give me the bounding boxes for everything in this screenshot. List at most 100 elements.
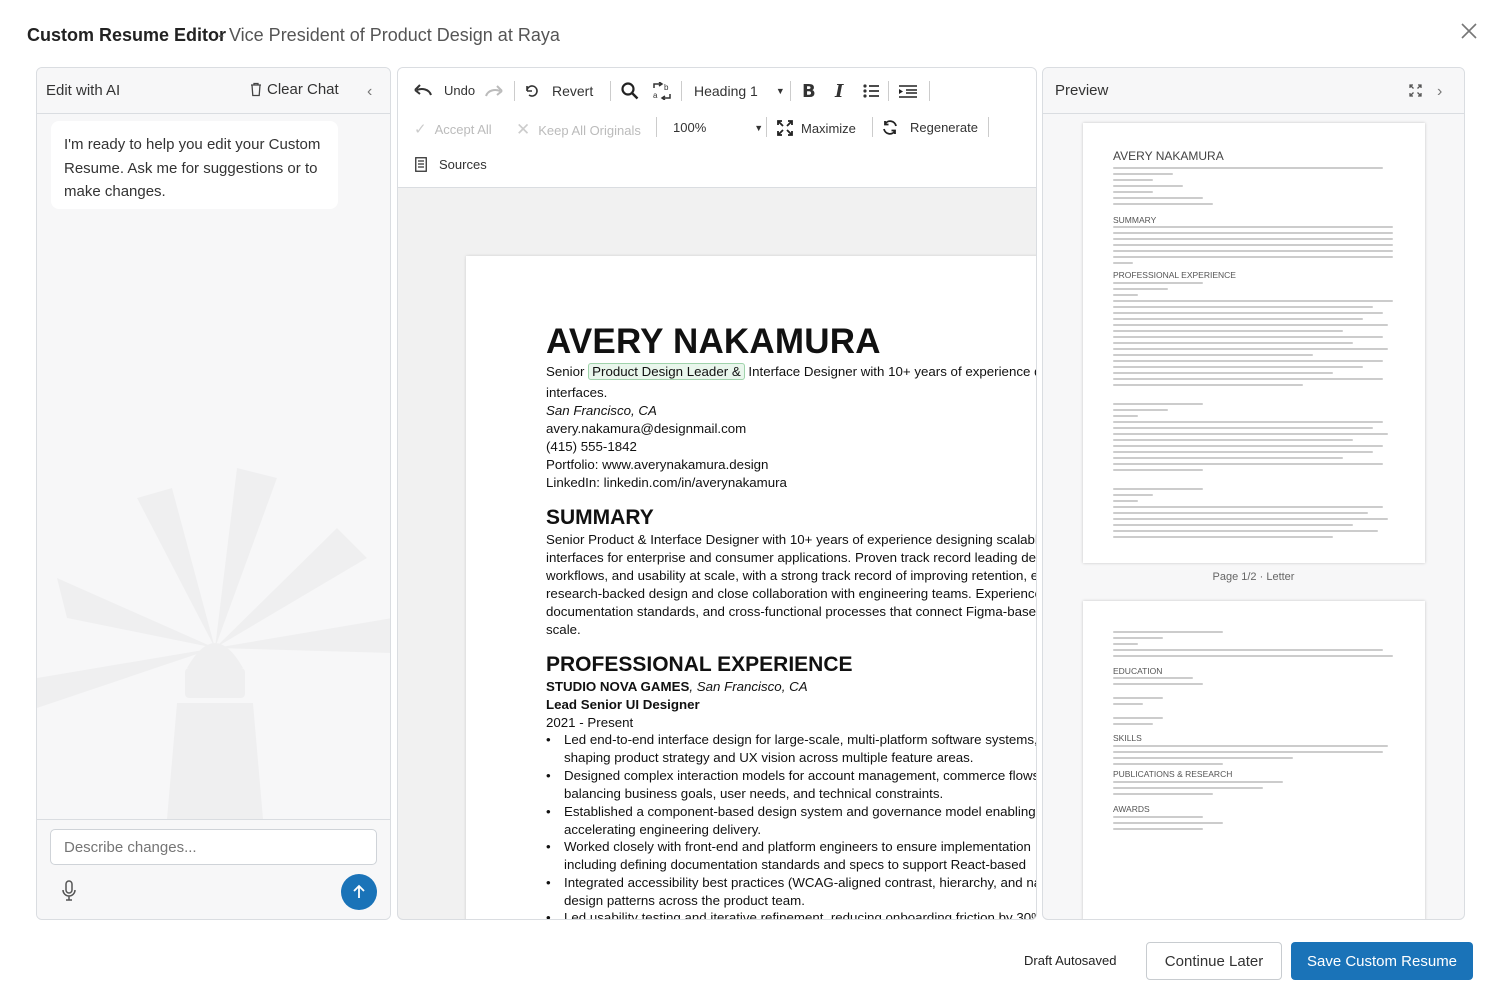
summary-line: interfaces for enterprise and consumer a… [546,550,1037,565]
ai-message-bubble: I'm ready to help you edit your Custom R… [51,121,338,209]
revert-button[interactable]: Revert [524,83,593,99]
bullet-line: Established a component-based design sys… [564,804,1036,819]
tagline-continued: interfaces. [546,385,608,400]
preview-section-heading: SKILLS [1113,733,1142,743]
tracked-change-highlight[interactable]: Product Design Leader & [588,363,745,380]
bullet-line: Led end-to-end interface design for larg… [564,732,1037,747]
summary-line: scale. [546,622,581,637]
preview-panel: Preview › AVERY NAKAMURA SUMMARY PROFESS… [1042,67,1465,920]
tagline-post: Interface Designer with 10+ years of exp… [748,364,1036,379]
job-dates: 2021 - Present [546,715,634,730]
indent-icon[interactable] [899,85,917,98]
preview-section-heading: EDUCATION [1113,666,1163,676]
trash-icon [251,82,261,97]
bullet-line: including defining documentation standar… [564,857,1026,872]
keep-all-originals-button[interactable]: ✕ Keep All Originals [516,120,641,140]
accept-all-label: Accept All [434,121,492,137]
experience-heading: PROFESSIONAL EXPERIENCE [546,653,853,676]
summary-line: Senior Product & Interface Designer with… [546,532,1037,547]
clear-chat-label: Clear Chat [267,81,339,98]
describe-changes-input[interactable] [50,829,377,865]
save-custom-resume-button[interactable]: Save Custom Resume [1291,942,1473,980]
zoom-select[interactable]: 100% ▼ [673,120,763,135]
job-title: Lead Senior UI Designer [546,697,700,712]
undo-icon [414,83,432,95]
summary-line: research-backed design and close collabo… [546,586,1037,601]
svg-text:a: a [653,91,658,100]
bullet-line: shaping product strategy and UX vision a… [564,750,974,765]
ai-input-area [37,819,390,919]
resume-phone: (415) 555-1842 [546,439,637,454]
company-name: STUDIO NOVA GAMES [546,679,690,694]
find-replace-icon[interactable]: ab [652,82,672,100]
summary-line: workflows, and usability at scale, with … [546,568,1037,583]
bullet-line: accelerating engineering delivery. [564,822,762,837]
heading-select-value: Heading 1 [694,83,758,99]
resume-location: San Francisco, CA [546,403,657,418]
collapse-chevron-icon[interactable]: ‹ [367,83,372,101]
italic-icon[interactable]: I [835,81,843,102]
bullet-dot: • [546,875,551,890]
svg-text:b: b [664,83,669,92]
company-line: STUDIO NOVA GAMES, San Francisco, CA [546,679,808,694]
bullet-line: Designed complex interaction models for … [564,768,1037,783]
bullet-line: Integrated accessibility best practices … [564,875,1036,890]
editor-toolbar: Undo Revert ab Heading 1 ▼ B I ✓ Accept … [398,68,1036,188]
keep-all-label: Keep All Originals [538,122,641,138]
summary-heading: SUMMARY [546,506,654,529]
company-location: , San Francisco, CA [689,679,808,694]
send-button[interactable] [341,874,377,910]
bullet-line: Led usability testing and iterative refi… [564,910,1037,920]
refresh-icon [883,120,897,135]
ai-panel-header: Edit with AI Clear Chat ‹ [37,68,390,114]
expand-icon [777,120,793,136]
preview-page-2[interactable]: EDUCATION SKILLS PUBLICATIONS & RESEARCH… [1083,601,1425,919]
bullet-line: design patterns across the product team. [564,893,805,908]
sources-label: Sources [439,157,487,172]
bullet-list-icon[interactable] [863,84,879,98]
collapse-chevron-icon[interactable]: › [1437,83,1442,101]
arrow-up-icon [353,884,365,898]
sources-button[interactable]: Sources [415,157,487,172]
continue-later-button[interactable]: Continue Later [1146,942,1282,980]
resume-portfolio: Portfolio: www.averynakamura.design [546,457,769,472]
bold-icon[interactable]: B [802,81,816,102]
expand-icon[interactable] [1409,84,1422,97]
revert-label: Revert [552,83,594,99]
bullet-dot: • [546,910,551,920]
accept-all-button[interactable]: ✓ Accept All [414,120,492,138]
preview-page-label: Page 1/2 · Letter [1212,571,1295,583]
undo-label: Undo [444,83,476,98]
maximize-button[interactable]: Maximize [777,120,856,136]
preview-header: Preview › [1043,68,1464,114]
dialog-header: Custom Resume Editor - Vice President of… [0,0,1500,66]
resume-name: AVERY NAKAMURA [546,322,881,361]
caret-down-icon: ▼ [775,86,785,96]
regenerate-label: Regenerate [910,120,978,135]
resume-email: avery.nakamura@designmail.com [546,421,747,436]
tagline-pre: Senior [546,364,589,379]
ai-panel: Edit with AI Clear Chat ‹ I'm ready to h… [36,67,391,920]
preview-section-heading: AWARDS [1113,804,1150,814]
dialog-title: Custom Resume Editor [27,25,227,45]
x-icon: ✕ [516,120,531,139]
regenerate-button[interactable]: Regenerate [882,120,978,135]
bullet-dot: • [546,732,551,747]
microphone-icon[interactable] [61,880,77,902]
undo-button[interactable]: Undo [414,83,475,98]
clear-chat-button[interactable]: Clear Chat [249,81,339,98]
dialog-subtitle: - Vice President of Product Design at Ra… [218,25,560,45]
summary-line: documentation standards, and cross-funct… [546,604,1037,619]
bullet-line: Worked closely with front-end and platfo… [564,839,1031,854]
heading-select[interactable]: Heading 1 ▼ [694,83,785,99]
editor-panel: Undo Revert ab Heading 1 ▼ B I ✓ Accept … [397,67,1037,920]
bullet-dot: • [546,768,551,783]
close-icon[interactable] [1458,20,1480,42]
resume-page[interactable]: AVERY NAKAMURA Senior Product Design Lea… [466,256,1037,920]
preview-name: AVERY NAKAMURA [1113,149,1224,163]
redo-icon[interactable] [485,85,503,99]
maximize-label: Maximize [801,120,856,136]
zoom-value: 100% [673,120,707,135]
preview-page-1[interactable]: AVERY NAKAMURA SUMMARY PROFESSIONAL EXPE… [1083,123,1425,563]
search-icon[interactable] [621,82,639,100]
